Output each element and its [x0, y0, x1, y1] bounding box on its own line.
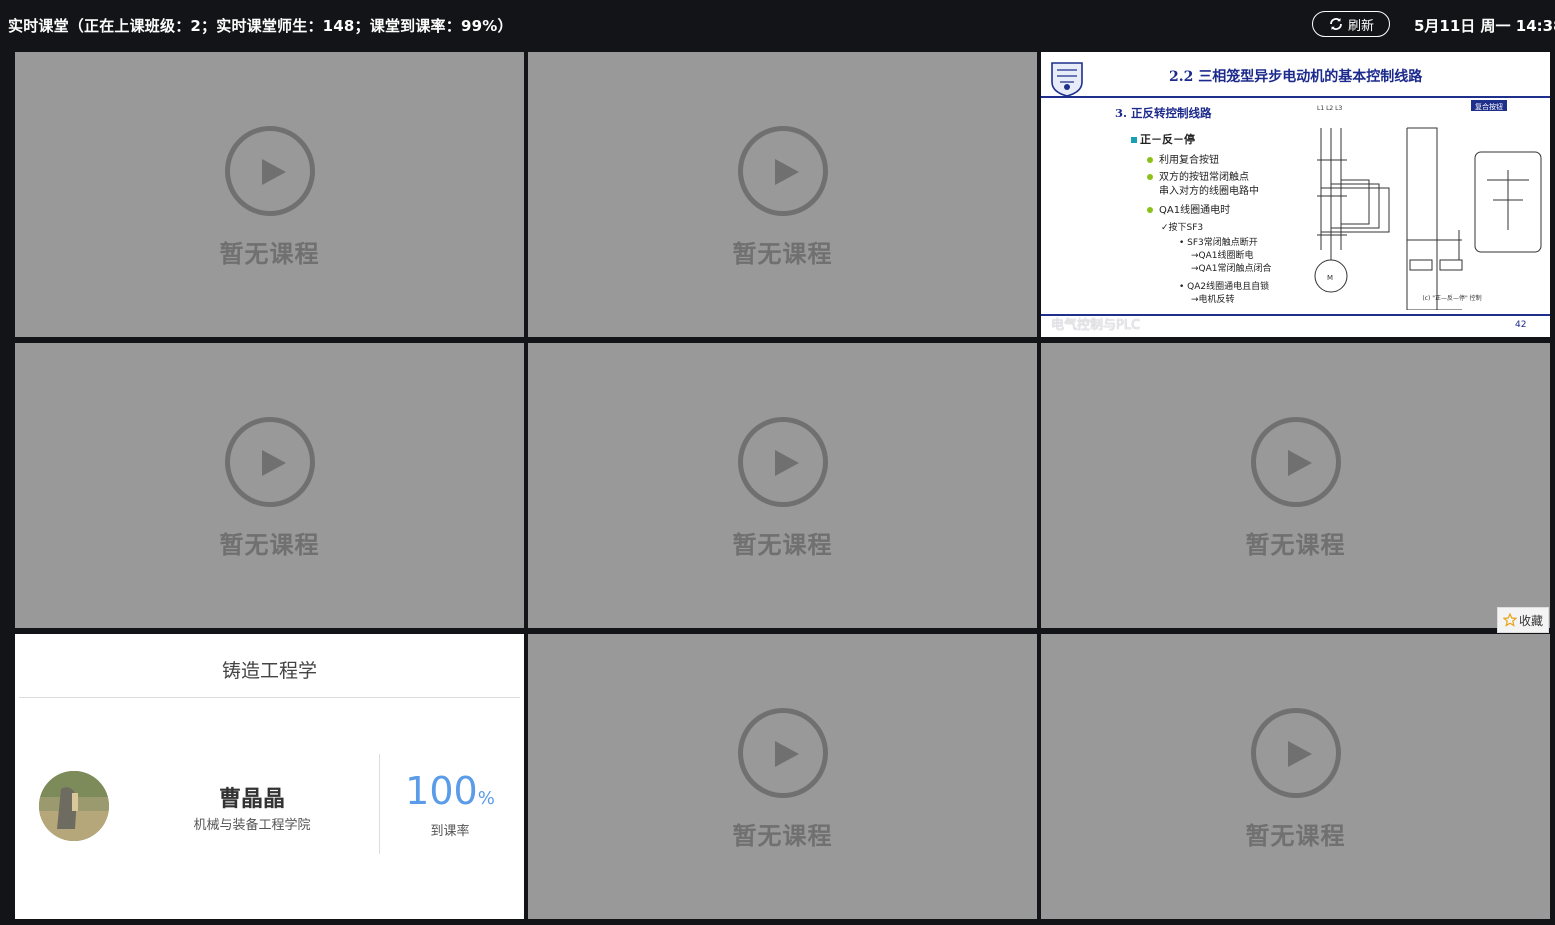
slide-line: ✓按下SF3 [1161, 223, 1204, 233]
avatar [39, 771, 109, 841]
slide-line: • QA2线圈通电且自锁 [1179, 282, 1270, 292]
bullet-icon [1147, 174, 1153, 180]
page-title: 实时课堂（正在上课班级：2；实时课堂师生：148；课堂到课率：99%） [8, 17, 513, 35]
classroom-tile-empty[interactable]: 暂无课程 [528, 634, 1037, 919]
no-course-label: 暂无课程 [1245, 822, 1346, 850]
slide-title: 2.2 三相笼型异步电动机的基本控制线路 [1169, 69, 1423, 85]
bullet-icon [1147, 157, 1153, 163]
attendance-rate: 100% [405, 769, 495, 813]
no-course-label: 暂无课程 [1245, 531, 1346, 559]
star-icon [1502, 613, 1517, 627]
slide-subtitle: 3. 正反转控制线路 [1115, 106, 1212, 120]
slide-line: →电机反转 [1191, 295, 1235, 305]
no-course-label: 暂无课程 [732, 531, 833, 559]
svg-text:L1 L2 L3: L1 L2 L3 [1317, 105, 1342, 112]
refresh-icon [1330, 18, 1342, 30]
bullet-icon [1147, 207, 1153, 213]
university-logo [1051, 62, 1083, 97]
no-course-label: 暂无课程 [732, 822, 833, 850]
diagram-box-label: 复合按钮 [1475, 102, 1503, 111]
slide-line: 串入对方的线圈电路中 [1159, 186, 1259, 197]
play-icon[interactable] [1251, 417, 1341, 507]
classroom-tile-empty[interactable]: 暂无课程 [528, 343, 1037, 628]
diagram-caption: (c) "正—反—停" 控制 [1422, 294, 1481, 302]
play-icon[interactable] [738, 126, 828, 216]
attendance-rate-label: 到课率 [430, 824, 470, 839]
slide-line: • SF3常闭触点断开 [1179, 238, 1258, 248]
slide-line: 双方的按钮常闭触点 [1147, 168, 1249, 183]
play-icon[interactable] [225, 126, 315, 216]
play-icon[interactable] [1251, 708, 1341, 798]
refresh-label: 刷新 [1347, 17, 1374, 33]
slide-page-number: 42 [1515, 320, 1527, 330]
course-name: 铸造工程学 [221, 660, 317, 682]
slide-line: 利用复合按钮 [1147, 151, 1219, 166]
circuit-diagram: 复合按钮 L1 L2 L3 M (c) "正—反—停" 控制 [1314, 100, 1542, 310]
classroom-tile-empty[interactable]: 暂无课程 [15, 52, 524, 337]
teacher-department: 机械与装备工程学院 [193, 818, 311, 833]
slide-line: 正－反－停 [1131, 131, 1195, 147]
classroom-tile-empty[interactable]: 暂无课程 [1041, 343, 1550, 628]
slide-footer-text: 电气控制与PLC [1051, 318, 1141, 333]
course-info-card[interactable]: 铸造工程学 曹晶晶 机械与装备工程学院 100% 到课率 [15, 634, 524, 919]
refresh-button[interactable]: 刷新 [1312, 11, 1390, 37]
classroom-tile-empty[interactable]: 暂无课程 [528, 52, 1037, 337]
slide-line: →QA1常闭触点闭合 [1191, 264, 1272, 274]
favorite-label: 收藏 [1518, 613, 1543, 628]
play-icon[interactable] [738, 417, 828, 507]
slide-line: →QA1线圈断电 [1191, 251, 1254, 261]
classroom-tile-empty[interactable]: 暂无课程 [15, 343, 524, 628]
no-course-label: 暂无课程 [732, 240, 833, 268]
play-icon[interactable] [738, 708, 828, 798]
square-bullet-icon [1131, 137, 1137, 143]
no-course-label: 暂无课程 [219, 531, 320, 559]
classroom-tile-empty[interactable]: 暂无课程 [1041, 634, 1550, 919]
play-icon[interactable] [225, 417, 315, 507]
card-vertical-divider [379, 754, 380, 854]
svg-text:M: M [1327, 274, 1333, 282]
favorite-button[interactable]: 收藏 [1497, 607, 1549, 633]
top-bar: 实时课堂（正在上课班级：2；实时课堂师生：148；课堂到课率：99%） 刷新 5… [0, 0, 1555, 50]
classroom-tile-live-slide[interactable]: 2.2 三相笼型异步电动机的基本控制线路 3. 正反转控制线路 正－反－停 利用… [1041, 52, 1550, 337]
clock: 5月11日 周一 14:38 [1414, 17, 1555, 35]
card-divider [19, 697, 520, 698]
teacher-name: 曹晶晶 [218, 787, 285, 812]
slide-line: QA1线圈通电时 [1147, 201, 1230, 216]
no-course-label: 暂无课程 [219, 240, 320, 268]
